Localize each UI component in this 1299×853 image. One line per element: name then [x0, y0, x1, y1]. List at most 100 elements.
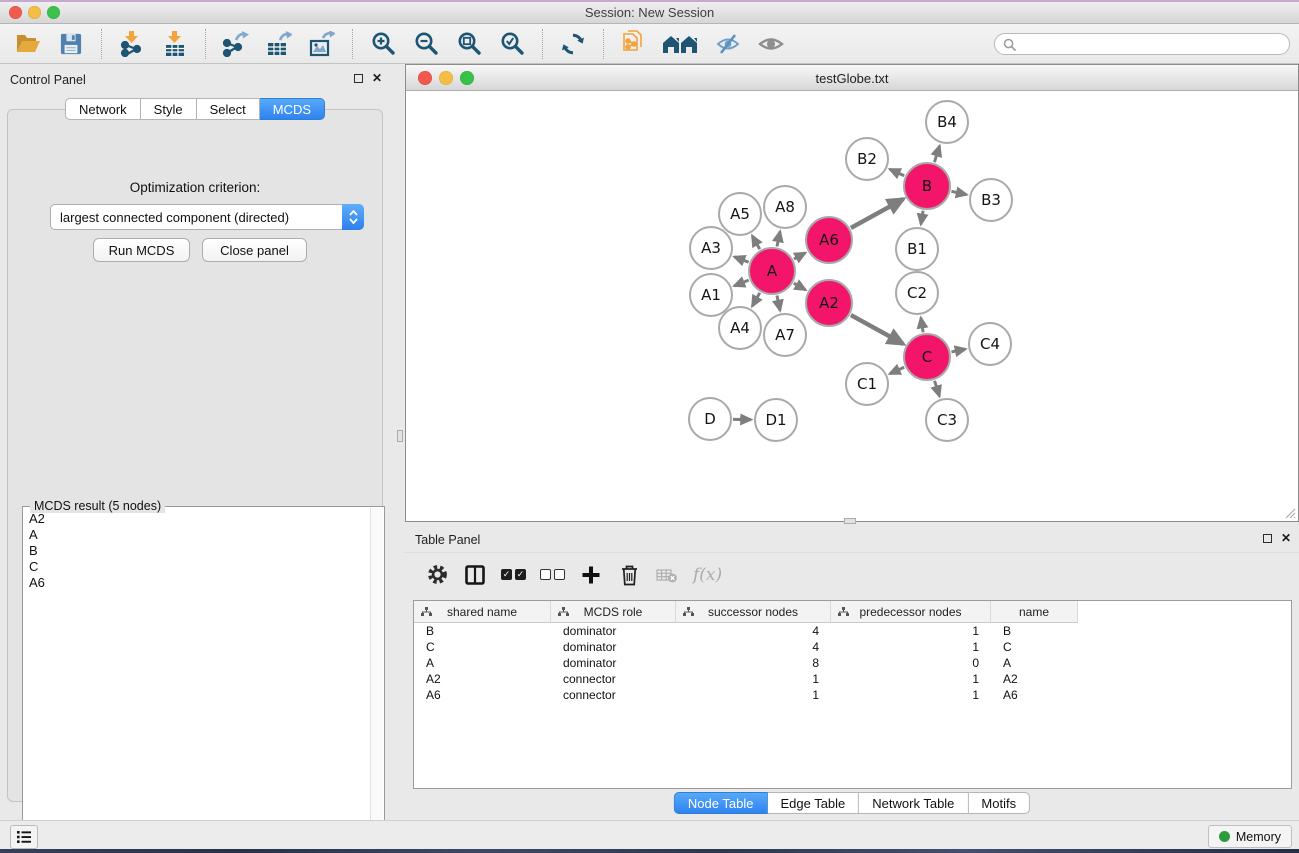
edge-A6-B[interactable] [851, 199, 903, 228]
zoom-out-icon[interactable] [410, 28, 442, 60]
home-view-icon[interactable] [661, 28, 701, 60]
export-network-icon[interactable] [220, 28, 252, 60]
column-header-name[interactable]: name [991, 601, 1078, 623]
node-label-A1: A1 [701, 286, 721, 304]
node-label-B2: B2 [857, 150, 877, 168]
tab-mcds[interactable]: MCDS [260, 98, 325, 120]
hide-details-icon[interactable] [712, 28, 744, 60]
table-row[interactable]: Bdominator41B [414, 623, 1291, 639]
optimization-criterion-dropdown[interactable]: largest connected component (directed) [50, 204, 364, 230]
add-column-icon[interactable] [579, 562, 603, 588]
tab-select[interactable]: Select [197, 98, 260, 120]
edge-C-C2[interactable] [921, 318, 923, 333]
delete-column-trash-icon[interactable] [617, 562, 641, 588]
vertical-splitter-handle[interactable] [397, 430, 403, 442]
mcds-result-item[interactable]: C [24, 559, 370, 575]
column-header-successor-nodes[interactable]: successor nodes [676, 601, 831, 623]
float-table-panel-icon[interactable] [1263, 534, 1272, 543]
run-mcds-button[interactable]: Run MCDS [93, 238, 190, 262]
titlebar: Session: New Session [0, 2, 1299, 24]
edge-B-B1[interactable] [921, 211, 923, 225]
edge-A-A3[interactable] [734, 257, 748, 262]
node-label-A8: A8 [775, 198, 795, 216]
table-tab-motifs[interactable]: Motifs [968, 792, 1030, 814]
function-builder-icon[interactable]: f(x) [693, 562, 722, 588]
mcds-result-item[interactable]: A6 [24, 575, 370, 591]
table-cell: connector [551, 687, 676, 703]
export-image-icon[interactable] [306, 28, 338, 60]
node-table: shared nameMCDS rolesuccessor nodesprede… [413, 600, 1292, 789]
table-cell: 4 [676, 639, 831, 655]
horizontal-splitter-handle[interactable] [844, 518, 856, 524]
edge-A2-C[interactable] [851, 315, 903, 344]
node-label-B1: B1 [907, 240, 927, 258]
zoom-selected-icon[interactable] [496, 28, 528, 60]
table-tab-edge-table[interactable]: Edge Table [767, 792, 859, 814]
edge-A-A1[interactable] [734, 280, 748, 286]
table-row[interactable]: Cdominator41C [414, 639, 1291, 655]
open-file-icon[interactable] [12, 28, 44, 60]
mcds-result-item[interactable]: A [24, 527, 370, 543]
export-table-icon[interactable] [263, 28, 295, 60]
node-label-A7: A7 [775, 326, 795, 344]
table-row[interactable]: A2connector11A2 [414, 671, 1291, 687]
toolbar-separator [205, 29, 206, 59]
column-settings-gear-icon[interactable] [425, 562, 449, 588]
table-tab-node-table[interactable]: Node Table [674, 792, 768, 814]
mcds-result-item[interactable]: A2 [24, 511, 370, 527]
edge-B-B4[interactable] [934, 146, 939, 162]
edge-A-A8[interactable] [777, 231, 780, 246]
memory-button[interactable]: Memory [1208, 825, 1292, 848]
select-all-icon[interactable]: ✓✓ [501, 562, 526, 588]
import-network-icon[interactable] [116, 28, 148, 60]
column-header-mcds-role[interactable]: MCDS role [551, 601, 676, 623]
network-canvas[interactable]: B4B2BB3A8A5A6A3B1AC2A1A2A4A7C4CC1C3DD1 [406, 91, 1298, 521]
close-panel-icon[interactable]: ✕ [372, 73, 382, 83]
table-cell: 1 [831, 623, 991, 639]
show-columns-icon[interactable] [463, 562, 487, 588]
mcds-result-list[interactable]: A2ABCA6 [24, 511, 370, 845]
refresh-icon[interactable] [557, 28, 589, 60]
edge-C-C3[interactable] [935, 381, 940, 396]
network-window-titlebar: testGlobe.txt [406, 65, 1298, 91]
edge-C-C1[interactable] [890, 367, 904, 373]
import-table-icon[interactable] [159, 28, 191, 60]
node-label-B3: B3 [981, 191, 1001, 209]
zoom-fit-icon[interactable] [453, 28, 485, 60]
tab-network[interactable]: Network [65, 98, 141, 120]
edge-A-A7[interactable] [777, 295, 780, 310]
network-file-icon[interactable] [618, 28, 650, 60]
float-panel-icon[interactable] [354, 74, 363, 83]
edge-B-B2[interactable] [890, 169, 904, 175]
column-header-shared-name[interactable]: shared name [414, 601, 551, 623]
table-row[interactable]: A6connector11A6 [414, 687, 1291, 703]
result-list-scrollbar[interactable] [370, 508, 383, 845]
close-panel-button[interactable]: Close panel [202, 238, 307, 262]
edge-A-A6[interactable] [794, 253, 805, 259]
table-cell: 8 [676, 655, 831, 671]
tab-style[interactable]: Style [141, 98, 197, 120]
edge-A-A2[interactable] [794, 283, 806, 290]
delete-table-icon[interactable] [655, 562, 679, 588]
edge-A-A4[interactable] [752, 293, 760, 306]
deselect-all-icon[interactable] [540, 562, 565, 588]
edge-A-A5[interactable] [752, 236, 760, 249]
search-input[interactable] [1021, 37, 1281, 51]
task-history-button[interactable] [10, 825, 38, 849]
column-header-predecessor-nodes[interactable]: predecessor nodes [831, 601, 991, 623]
table-cell: C [991, 639, 1078, 655]
window-resize-grip[interactable] [1282, 505, 1296, 519]
toolbar-separator [352, 29, 353, 59]
zoom-in-icon[interactable] [367, 28, 399, 60]
edge-B-B3[interactable] [951, 191, 966, 194]
table-tab-network-table[interactable]: Network Table [859, 792, 968, 814]
close-table-panel-icon[interactable]: ✕ [1281, 533, 1291, 543]
search-box [994, 33, 1290, 55]
save-icon[interactable] [55, 28, 87, 60]
table-row[interactable]: Adominator80A [414, 655, 1291, 671]
show-details-icon[interactable] [755, 28, 787, 60]
optimization-criterion-label: Optimization criterion: [8, 180, 382, 195]
table-cell: 1 [676, 687, 831, 703]
edge-C-C4[interactable] [951, 349, 965, 352]
mcds-result-item[interactable]: B [24, 543, 370, 559]
